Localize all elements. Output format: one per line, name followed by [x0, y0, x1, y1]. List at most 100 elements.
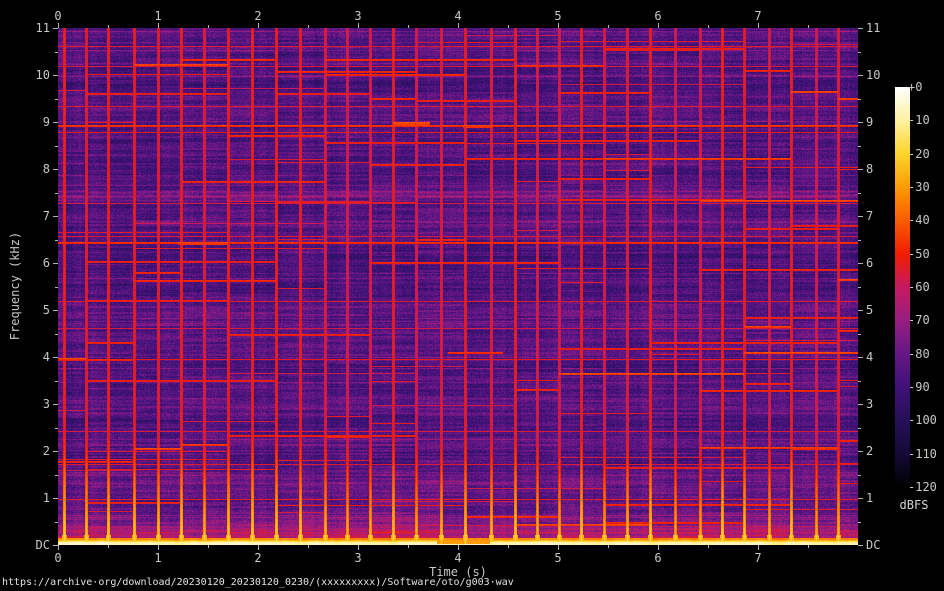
y-tick-left	[53, 28, 58, 29]
y-minor-tick-right	[858, 474, 861, 476]
x-minor-tick-bottom	[808, 545, 809, 548]
x-tick-top	[258, 23, 259, 28]
y-tick-label-left: 11	[35, 21, 50, 35]
x-minor-tick-bottom	[308, 545, 309, 548]
y-tick-left	[53, 310, 58, 311]
y-tick-label-left: DC	[35, 538, 50, 552]
colorbar-tick-label: -80	[908, 346, 930, 361]
x-tick-top	[558, 23, 559, 28]
x-minor-tick-top	[408, 25, 409, 28]
x-minor-tick-bottom	[208, 545, 209, 548]
x-tick-label-bottom: 0	[54, 551, 62, 565]
x-tick-label-bottom: 1	[154, 551, 162, 565]
x-minor-tick-bottom	[608, 545, 609, 548]
y-tick-right	[858, 545, 863, 546]
colorbar-tick-label: -10	[908, 113, 930, 128]
colorbar-tick-label: -110	[908, 446, 937, 461]
x-tick-bottom	[158, 545, 159, 550]
colorbar-tick-label: -40	[908, 213, 930, 228]
freq-axis-title: Frequency (kHz)	[8, 231, 22, 341]
y-tick-right	[858, 357, 863, 358]
x-tick-bottom	[758, 545, 759, 550]
x-tick-bottom	[458, 545, 459, 550]
y-minor-tick-right	[858, 333, 861, 335]
y-minor-tick-right	[858, 51, 861, 53]
colorbar-tick-label: -120	[908, 480, 937, 494]
colorbar-tick-label: -70	[908, 313, 930, 328]
colorbar-tick-label: -30	[908, 180, 930, 194]
y-tick-left	[53, 169, 58, 170]
y-tick-label-right: 11	[866, 21, 881, 35]
y-minor-tick-left	[55, 286, 58, 288]
x-tick-label-bottom: 4	[454, 551, 462, 565]
y-tick-label-left: 1	[42, 491, 50, 505]
y-minor-tick-left	[55, 239, 58, 241]
y-minor-tick-left	[55, 474, 58, 476]
y-tick-right	[858, 263, 863, 264]
y-tick-right	[858, 498, 863, 499]
spectrogram-canvas	[58, 28, 858, 545]
colorbar-tick-label: -50	[908, 246, 930, 261]
x-minor-tick-top	[708, 25, 709, 28]
y-minor-tick-left	[55, 145, 58, 147]
x-tick-label-top: 1	[154, 9, 162, 23]
source-url-caption: https://archive·org/download/20230120_20…	[2, 577, 514, 588]
y-tick-right	[858, 216, 863, 217]
x-minor-tick-top	[808, 25, 809, 28]
x-tick-bottom	[358, 545, 359, 550]
y-tick-left	[53, 451, 58, 452]
colorbar-tick-label: -100	[908, 413, 937, 428]
y-tick-right	[858, 75, 863, 76]
y-minor-tick-left	[55, 333, 58, 335]
x-tick-top	[58, 23, 59, 28]
y-tick-label-right: DC	[866, 538, 881, 552]
y-tick-left	[53, 216, 58, 217]
y-tick-left	[53, 545, 58, 546]
y-minor-tick-right	[858, 98, 861, 100]
x-tick-label-top: 3	[354, 9, 362, 23]
y-tick-label-left: 8	[42, 162, 50, 176]
x-minor-tick-top	[508, 25, 509, 28]
colorbar-tick-label: -20	[908, 146, 930, 161]
x-tick-top	[758, 23, 759, 28]
y-tick-label-left: 4	[42, 350, 50, 364]
y-minor-tick-right	[858, 192, 861, 194]
colorbar-tick-label: -90	[908, 380, 930, 394]
x-tick-label-top: 6	[654, 9, 662, 23]
y-tick-label-left: 3	[42, 397, 50, 411]
y-minor-tick-right	[858, 239, 861, 241]
y-tick-label-left: 7	[42, 209, 50, 223]
x-tick-bottom	[258, 545, 259, 550]
x-tick-bottom	[58, 545, 59, 550]
y-minor-tick-right	[858, 427, 861, 429]
x-minor-tick-bottom	[408, 545, 409, 548]
y-tick-right	[858, 169, 863, 170]
x-minor-tick-top	[108, 25, 109, 28]
y-minor-tick-right	[858, 521, 861, 523]
y-tick-left	[53, 357, 58, 358]
y-tick-right	[858, 451, 863, 452]
y-minor-tick-left	[55, 427, 58, 429]
y-tick-right	[858, 122, 863, 123]
y-tick-label-left: 6	[42, 256, 50, 270]
x-tick-label-top: 2	[254, 9, 262, 23]
y-minor-tick-right	[858, 380, 861, 382]
y-tick-left	[53, 404, 58, 405]
y-minor-tick-left	[55, 380, 58, 382]
y-tick-left	[53, 263, 58, 264]
x-tick-top	[658, 23, 659, 28]
y-minor-tick-left	[55, 192, 58, 194]
x-tick-label-bottom: 3	[354, 551, 362, 565]
x-tick-label-top: 4	[454, 9, 462, 23]
colorbar-tick-label: -60	[908, 280, 930, 294]
x-minor-tick-top	[208, 25, 209, 28]
x-minor-tick-top	[608, 25, 609, 28]
y-minor-tick-left	[55, 521, 58, 523]
x-tick-label-top: 7	[754, 9, 762, 23]
y-minor-tick-left	[55, 98, 58, 100]
y-minor-tick-left	[55, 51, 58, 53]
x-tick-label-top: 5	[554, 9, 562, 23]
x-tick-bottom	[658, 545, 659, 550]
x-minor-tick-bottom	[108, 545, 109, 548]
y-tick-right	[858, 28, 863, 29]
